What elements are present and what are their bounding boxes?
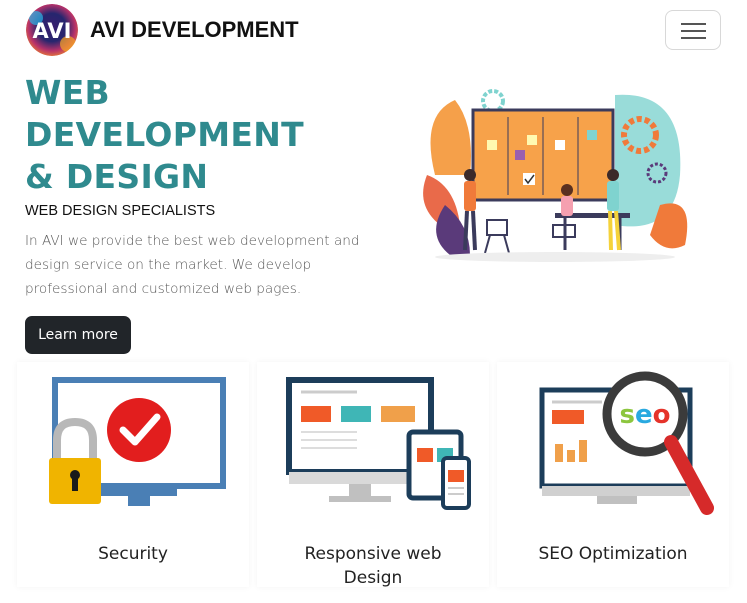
card-label-responsive: Responsive web Design	[304, 544, 442, 588]
svg-text:seo: seo	[620, 400, 671, 430]
seo-magnifier-icon: seo	[539, 371, 714, 515]
hero-subtitle: WEB DESIGN SPECIALISTS	[25, 203, 216, 219]
card-label-security: Security	[98, 544, 168, 564]
learn-more-button[interactable]: Learn more	[25, 316, 131, 354]
hero-title: WEB DEVELOPMENT & DESIGN	[25, 73, 304, 196]
hamburger-icon	[681, 23, 706, 25]
svg-text:AVI: AVI	[33, 19, 72, 43]
brand-name[interactable]: AVI DEVELOPMENT	[90, 17, 299, 43]
security-lock-monitor-icon	[49, 377, 226, 506]
navbar-toggler-button[interactable]	[665, 10, 721, 50]
card-security[interactable]: Security	[17, 362, 249, 587]
card-label-seo: SEO Optimization	[538, 544, 688, 564]
card-responsive[interactable]: Responsive web Design	[257, 362, 489, 588]
brand-logo-icon: AVI	[26, 4, 78, 56]
responsive-devices-icon	[286, 377, 471, 510]
brand[interactable]: AVI AVI DEVELOPMENT	[26, 4, 299, 56]
navbar: AVI AVI DEVELOPMENT	[0, 0, 747, 60]
team-kanban-illustration	[415, 85, 700, 265]
card-seo[interactable]: seo SEO Optimization	[497, 362, 729, 587]
hero-description: In AVI we provide the best web developme…	[25, 233, 360, 297]
